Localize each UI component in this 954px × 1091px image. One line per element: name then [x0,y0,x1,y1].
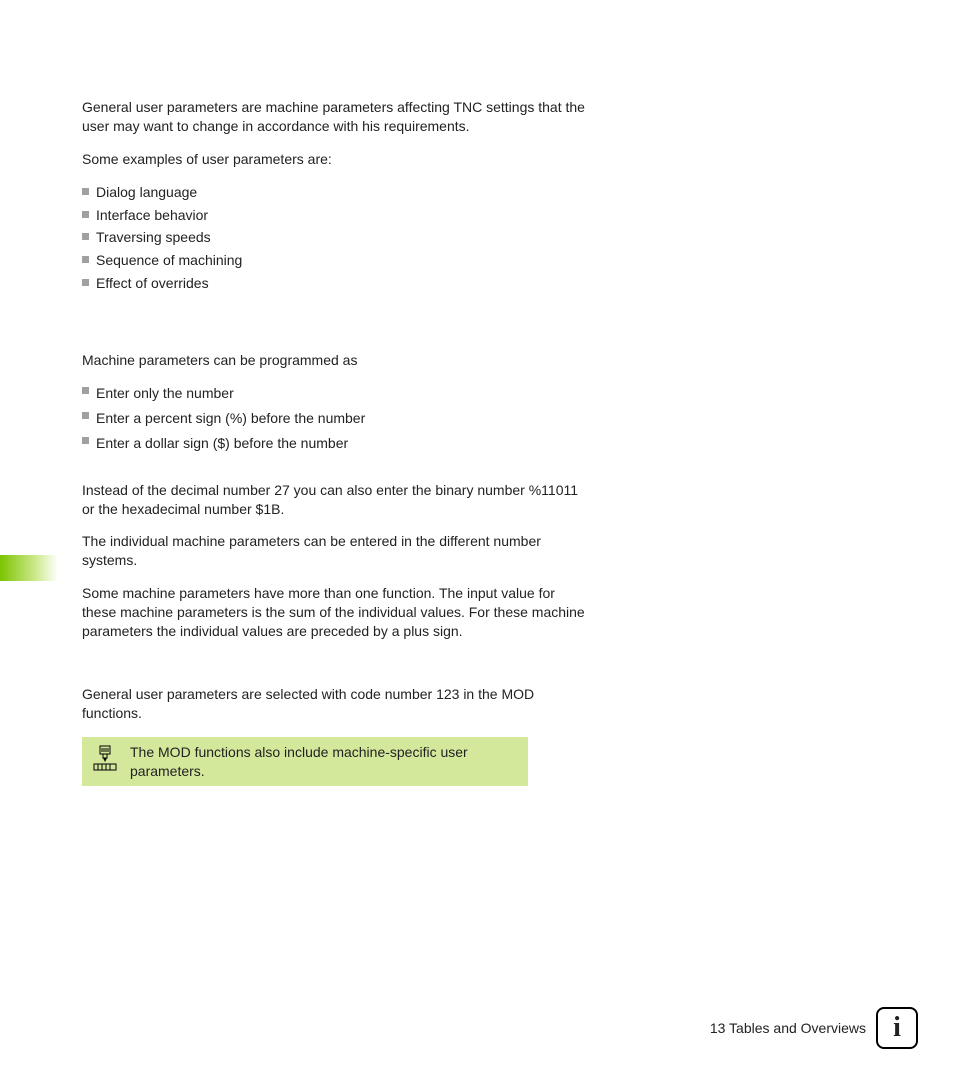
list-item: Interface behavior [82,206,592,225]
individual-paragraph: The individual machine parameters can be… [82,532,592,570]
body-content: General user parameters are machine para… [82,98,592,786]
select-paragraph: General user parameters are selected wit… [82,685,592,723]
list-item-text: Interface behavior [96,207,208,223]
list-item: Traversing speeds [82,228,592,247]
list-item-text: Effect of overrides [96,275,209,291]
list-item-text: Enter only the number [96,384,592,403]
list-item-text: Dialog language [96,184,197,200]
programming-lead: Machine parameters can be programmed as [82,351,592,370]
programming-list: Enter only the number Enter a percent si… [82,384,592,453]
list-item-text: Enter a dollar sign ($) before the numbe… [96,434,592,453]
info-icon: i [876,1007,918,1049]
list-item: Sequence of machining [82,251,592,270]
list-item-text: Traversing speeds [96,229,211,245]
list-item: Enter a percent sign (%) before the numb… [82,409,592,428]
note-text: The MOD functions also include machine-s… [122,743,518,781]
multi-paragraph: Some machine parameters have more than o… [82,584,592,641]
list-item-text: Sequence of machining [96,252,242,268]
chapter-title: Tables and Overviews [729,1020,866,1036]
examples-lead: Some examples of user parameters are: [82,150,592,169]
decimal-paragraph: Instead of the decimal number 27 you can… [82,481,592,519]
list-item-text: Enter a percent sign (%) before the numb… [96,409,592,428]
intro-paragraph: General user parameters are machine para… [82,98,592,136]
list-item: Enter a dollar sign ($) before the numbe… [82,434,592,453]
section-thumb-tab [0,555,58,581]
machine-icon [88,745,122,778]
info-glyph: i [893,1014,901,1042]
note-box: The MOD functions also include machine-s… [82,737,528,787]
examples-list: Dialog language Interface behavior Trave… [82,183,592,293]
page-footer: 13 Tables and Overviews i [710,1007,918,1049]
list-item: Dialog language [82,183,592,202]
footer-chapter: 13 Tables and Overviews [710,1020,866,1036]
list-item: Enter only the number [82,384,592,403]
list-item: Effect of overrides [82,274,592,293]
chapter-number: 13 [710,1020,726,1036]
